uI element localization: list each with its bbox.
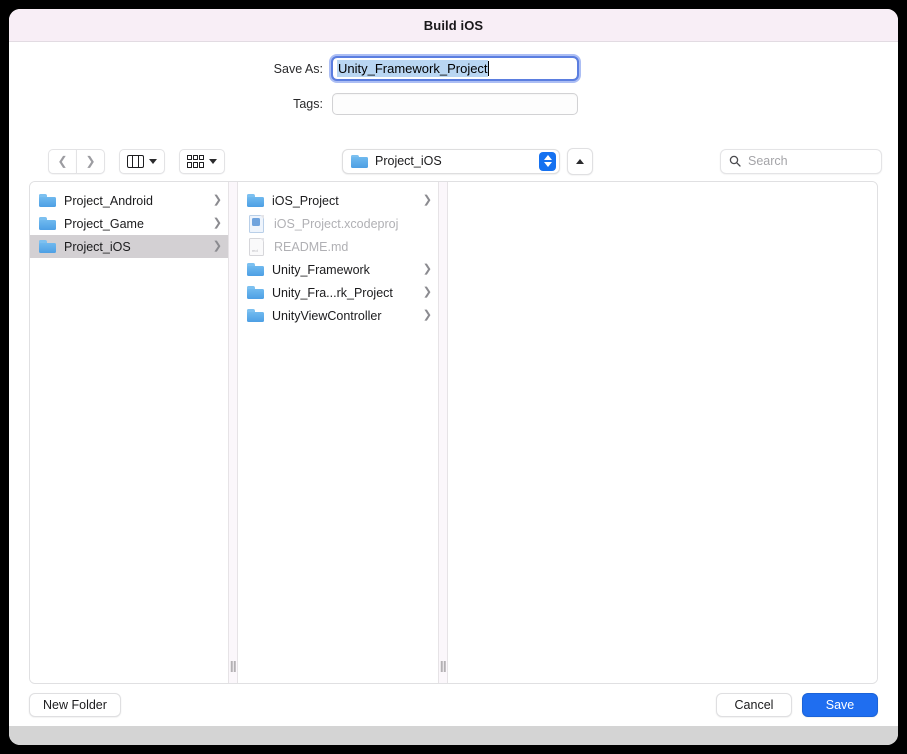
new-folder-button[interactable]: New Folder — [29, 693, 121, 717]
list-item-label: Project_Game — [64, 216, 144, 231]
folder-icon — [351, 154, 368, 168]
go-up-button[interactable] — [567, 147, 593, 175]
chevron-right-icon: ❯ — [212, 194, 222, 206]
list-item-label: iOS_Project — [272, 193, 339, 208]
search-input[interactable]: Search — [720, 148, 882, 174]
list-item: iOS_Project.xcodeproj — [238, 212, 438, 235]
tags-row: Tags: — [9, 93, 898, 115]
column-divider-2[interactable] — [438, 182, 448, 683]
column-divider-1[interactable] — [228, 182, 238, 683]
list-item[interactable]: Unity_Fra...rk_Project ❯ — [238, 281, 438, 304]
tags-label: Tags: — [293, 97, 323, 111]
folder-icon — [247, 263, 264, 276]
list-item-selected[interactable]: Project_iOS ❯ — [30, 235, 228, 258]
chevron-right-icon: ❯ — [85, 154, 96, 168]
form-area: Save As: Unity_Framework_Project Tags: — [9, 42, 898, 138]
chevron-down-icon — [209, 158, 217, 164]
folder-icon — [39, 194, 56, 207]
chevron-right-icon: ❯ — [212, 240, 222, 252]
browser-column-2[interactable]: iOS_Project ❯ iOS_Project.xcodeproj md R… — [238, 182, 438, 683]
chevron-right-icon: ❯ — [422, 194, 432, 206]
text-caret — [487, 61, 489, 76]
column-view-icon — [127, 154, 144, 168]
file-browser: Project_Android ❯ Project_Game ❯ Project… — [29, 181, 878, 684]
chevron-right-icon: ❯ — [422, 309, 432, 321]
chevron-down-icon — [149, 158, 157, 164]
save-as-value: Unity_Framework_Project — [337, 60, 488, 77]
browser-column-1[interactable]: Project_Android ❯ Project_Game ❯ Project… — [30, 182, 228, 683]
list-item-label: Unity_Fra...rk_Project — [272, 285, 393, 300]
group-by-button[interactable] — [179, 148, 225, 174]
folder-icon — [39, 240, 56, 253]
save-dialog-window: Build iOS Save As: Unity_Framework_Proje… — [9, 9, 898, 745]
list-item-label: UnityViewController — [272, 308, 382, 323]
folder-icon — [247, 194, 264, 207]
list-item[interactable]: Project_Android ❯ — [30, 189, 228, 212]
cancel-button[interactable]: Cancel — [716, 693, 792, 717]
document-icon: md — [249, 237, 264, 256]
xcodeproj-document-icon — [249, 214, 264, 233]
tags-input[interactable] — [332, 93, 578, 115]
path-popup-label: Project_iOS — [375, 154, 442, 168]
search-icon — [729, 155, 741, 167]
back-button[interactable]: ❮ — [48, 148, 76, 174]
chevron-right-icon: ❯ — [422, 286, 432, 298]
toolbar: ❮ ❯ Project_iOS Search — [9, 138, 898, 184]
list-item[interactable]: UnityViewController ❯ — [238, 304, 438, 327]
chevron-right-icon: ❯ — [212, 217, 222, 229]
save-as-input[interactable]: Unity_Framework_Project — [331, 56, 579, 81]
save-button[interactable]: Save — [802, 693, 878, 717]
window-title: Build iOS — [423, 17, 484, 33]
list-item-label: Project_Android — [64, 193, 153, 208]
title-bar: Build iOS — [9, 9, 898, 42]
list-item-label: README.md — [274, 239, 349, 254]
list-item-label: iOS_Project.xcodeproj — [274, 216, 399, 231]
window-bottom-edge — [9, 726, 898, 745]
folder-icon — [247, 309, 264, 322]
folder-icon — [39, 217, 56, 230]
browser-column-3[interactable] — [448, 182, 877, 683]
list-item[interactable]: Unity_Framework ❯ — [238, 258, 438, 281]
save-as-label: Save As: — [273, 61, 323, 76]
grid-view-icon — [187, 154, 204, 168]
save-as-row: Save As: Unity_Framework_Project — [9, 56, 898, 81]
list-item: md README.md — [238, 235, 438, 258]
list-item-label: Project_iOS — [64, 239, 131, 254]
list-item[interactable]: Project_Game ❯ — [30, 212, 228, 235]
column-resize-grip[interactable] — [440, 661, 446, 672]
chevron-right-icon: ❯ — [422, 263, 432, 275]
list-item-label: Unity_Framework — [272, 262, 370, 277]
chevron-up-icon — [576, 158, 584, 164]
path-popup-button[interactable]: Project_iOS — [342, 148, 560, 174]
footer-bar: New Folder Cancel Save — [9, 684, 898, 726]
chevron-left-icon: ❮ — [57, 154, 68, 168]
search-placeholder: Search — [748, 154, 788, 168]
up-down-stepper-icon[interactable] — [539, 151, 556, 171]
nav-segmented-control: ❮ ❯ — [48, 148, 105, 174]
view-mode-button[interactable] — [119, 148, 165, 174]
folder-icon — [247, 286, 264, 299]
list-item[interactable]: iOS_Project ❯ — [238, 189, 438, 212]
column-resize-grip[interactable] — [230, 661, 236, 672]
forward-button[interactable]: ❯ — [76, 148, 105, 174]
